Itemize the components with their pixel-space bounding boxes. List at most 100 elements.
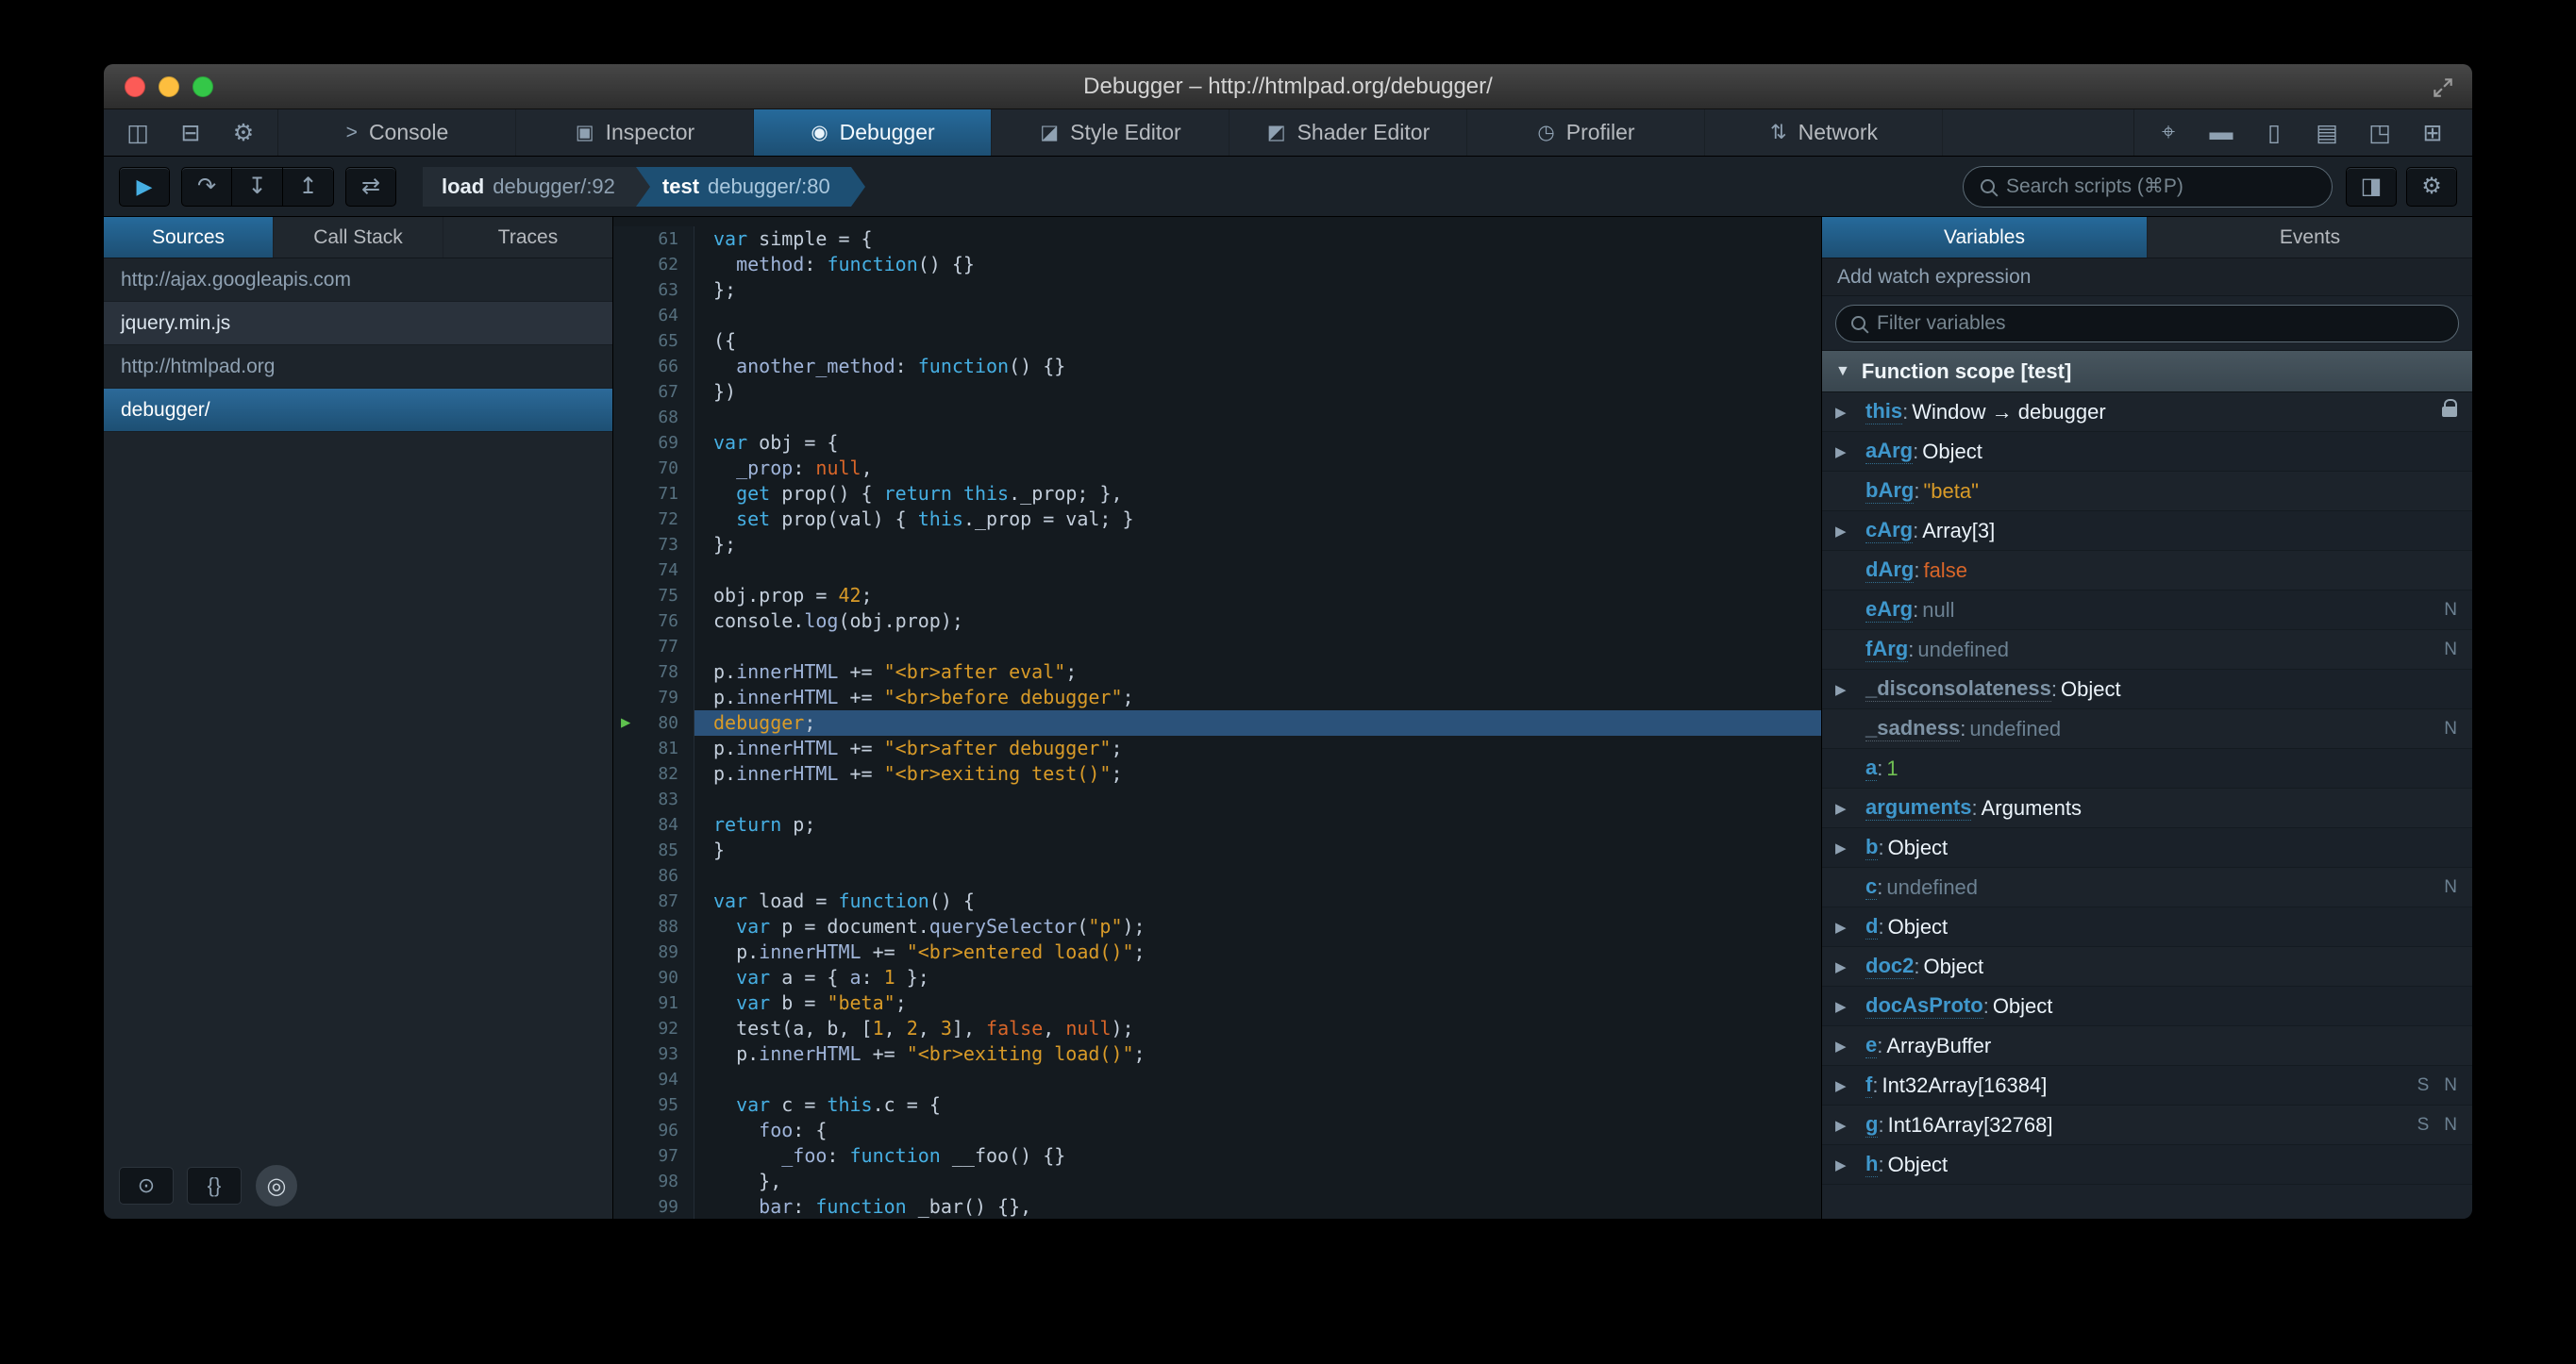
gutter-line-98[interactable]: 98 [613,1169,694,1194]
variable-row-e[interactable]: ▶ e: ArrayBuffer [1822,1026,2472,1066]
gutter-line-90[interactable]: 90 [613,965,694,990]
breadcrumb-frame[interactable]: load debugger/:92 [423,166,650,207]
variable-row-docAsProto[interactable]: ▶ docAsProto: Object [1822,987,2472,1026]
add-watch-expression[interactable]: Add watch expression [1822,258,2472,296]
gutter-line-94[interactable]: 94 [613,1067,694,1092]
pick-element-icon[interactable]: ⌖ [2142,109,2195,156]
gutter-line-62[interactable]: 62 [613,252,694,277]
variable-row-aArg[interactable]: ▶ aArg: Object [1822,432,2472,472]
gutter-line-72[interactable]: 72 [613,507,694,532]
tilt-3d-icon[interactable]: ◳ [2353,109,2406,156]
gutter-line-64[interactable]: 64 [613,303,694,328]
variable-row-d[interactable]: ▶ d: Object [1822,907,2472,947]
variable-row-doc2[interactable]: ▶ doc2: Object [1822,947,2472,987]
step-over-button[interactable]: ↷ [181,166,232,207]
source-item[interactable]: jquery.min.js [104,302,612,345]
gutter-line-88[interactable]: 88 [613,914,694,940]
variable-row-g[interactable]: ▶ g: Int16Array[32768] S N [1822,1106,2472,1145]
gutter-line-91[interactable]: 91 [613,990,694,1016]
variable-row-eArg[interactable]: eArg: null N [1822,591,2472,630]
gutter-line-79[interactable]: 79 [613,685,694,710]
close-window-button[interactable] [125,76,145,97]
variables-tab-events[interactable]: Events [2148,217,2472,258]
gutter-line-74[interactable]: 74 [613,557,694,583]
gutter-line-65[interactable]: 65 [613,328,694,354]
variable-row-b[interactable]: ▶ b: Object [1822,828,2472,868]
dock-side-icon[interactable]: ◫ [111,109,164,156]
tab-console[interactable]: > Console [278,109,516,156]
tab-debugger[interactable]: ◉ Debugger [754,109,992,156]
panel-toggle-icon[interactable]: ◨ [2346,166,2397,207]
tab-style-editor[interactable]: ◪ Style Editor [992,109,1229,156]
gutter-line-95[interactable]: 95 [613,1092,694,1118]
dock-bottom-icon[interactable]: ⊟ [164,109,217,156]
gutter-line-84[interactable]: 84 [613,812,694,838]
zoom-window-button[interactable] [192,76,213,97]
gutter-line-81[interactable]: 81 [613,736,694,761]
app-manager-icon[interactable]: ⊞ [2406,109,2459,156]
variable-row-h[interactable]: ▶ h: Object [1822,1145,2472,1185]
tab-network[interactable]: ⇅ Network [1705,109,1943,156]
gutter-line-77[interactable]: 77 [613,634,694,659]
gutter-line-70[interactable]: 70 [613,456,694,481]
source-item[interactable]: debugger/ [104,389,612,432]
scratchpad-icon[interactable]: ▤ [2300,109,2353,156]
minimize-window-button[interactable] [159,76,179,97]
scope-header[interactable]: ▼ Function scope [test] [1822,351,2472,392]
gutter-line-82[interactable]: 82 [613,761,694,787]
gutter-line-86[interactable]: 86 [613,863,694,889]
variable-row-this[interactable]: ▶ this: Window → debugger [1822,392,2472,432]
gutter-line-67[interactable]: 67 [613,379,694,405]
debugger-options-gear-icon[interactable]: ⚙ [2406,166,2457,207]
gutter-line-66[interactable]: 66 [613,354,694,379]
gutter-line-99[interactable]: 99 [613,1194,694,1219]
gutter-line-92[interactable]: 92 [613,1016,694,1041]
gutter-line-69[interactable]: 69 [613,430,694,456]
variable-row-_sadness[interactable]: _sadness: undefined N [1822,709,2472,749]
toggle-breakpoints-button[interactable]: ◎ [255,1164,298,1207]
gutter-line-93[interactable]: 93 [613,1041,694,1067]
toolbox-options-gear-icon[interactable]: ⚙ [217,109,270,156]
tab-shader-editor[interactable]: ◩ Shader Editor [1229,109,1467,156]
blackbox-eye-button[interactable]: ⊙ [119,1167,174,1205]
breadcrumb-frame[interactable]: test debugger/:80 [635,166,865,207]
sources-tab-sources[interactable]: Sources [104,217,274,258]
gutter-line-61[interactable]: 61 [613,226,694,252]
variable-row-a[interactable]: a: 1 [1822,749,2472,789]
variable-row-dArg[interactable]: dArg: false [1822,551,2472,591]
gutter-line-75[interactable]: 75 [613,583,694,608]
gutter-line-68[interactable]: 68 [613,405,694,430]
variables-tab-variables[interactable]: Variables [1822,217,2148,258]
variable-row-_disconsolateness[interactable]: ▶ _disconsolateness: Object [1822,670,2472,709]
variable-row-cArg[interactable]: ▶ cArg: Array[3] [1822,511,2472,551]
tab-profiler[interactable]: ◷ Profiler [1467,109,1705,156]
sources-tab-traces[interactable]: Traces [443,217,612,258]
tab-inspector[interactable]: ▣ Inspector [516,109,754,156]
sources-tab-call-stack[interactable]: Call Stack [274,217,443,258]
gutter-line-73[interactable]: 73 [613,532,694,557]
variable-row-bArg[interactable]: bArg: "beta" [1822,472,2472,511]
step-in-button[interactable]: ↧ [232,166,283,207]
gutter-line-80[interactable]: ▶ 80 [613,710,694,736]
variable-row-fArg[interactable]: fArg: undefined N [1822,630,2472,670]
filter-variables-input[interactable] [1877,311,2443,335]
gutter-line-63[interactable]: 63 [613,277,694,303]
gutter-line-89[interactable]: 89 [613,940,694,965]
gutter-line-85[interactable]: 85 [613,838,694,863]
gutter-line-83[interactable]: 83 [613,787,694,812]
pretty-print-button[interactable]: {} [187,1167,242,1205]
variable-row-arguments[interactable]: ▶ arguments: Arguments [1822,789,2472,828]
split-console-icon[interactable]: ▬ [2195,109,2248,156]
source-item[interactable]: http://htmlpad.org [104,345,612,389]
gutter-line-71[interactable]: 71 [613,481,694,507]
trace-button[interactable]: ⇄ [345,166,396,207]
responsive-mode-icon[interactable]: ▯ [2248,109,2300,156]
variable-row-f[interactable]: ▶ f: Int32Array[16384] S N [1822,1066,2472,1106]
variable-row-c[interactable]: c: undefined N [1822,868,2472,907]
gutter-line-87[interactable]: 87 [613,889,694,914]
search-scripts-input[interactable] [2006,175,2315,198]
gutter-line-96[interactable]: 96 [613,1118,694,1143]
gutter-line-76[interactable]: 76 [613,608,694,634]
gutter-line-97[interactable]: 97 [613,1143,694,1169]
step-out-button[interactable]: ↥ [283,166,334,207]
